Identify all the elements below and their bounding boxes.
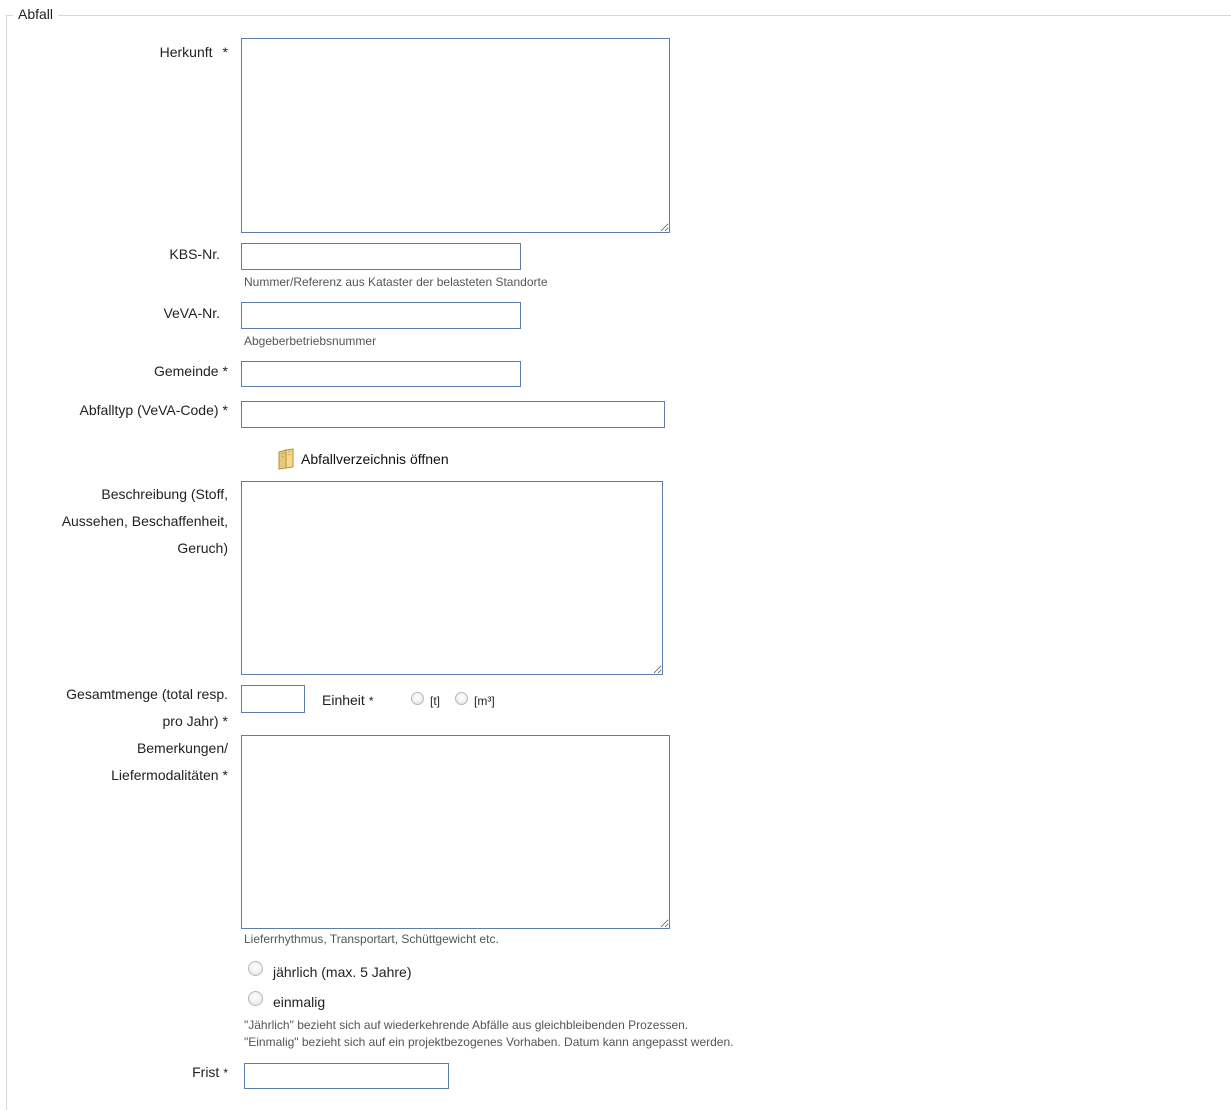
required-marker: *: [222, 44, 228, 60]
einheit-option-t: [t]: [430, 694, 441, 708]
abfalltyp-label: Abfalltyp (VeVA-Code) *: [79, 402, 228, 418]
turnus-option-jaehrlich: jährlich (max. 5 Jahre): [273, 964, 412, 980]
kbs-input[interactable]: [241, 243, 521, 270]
book-icon[interactable]: [276, 448, 296, 470]
abfalltyp-input[interactable]: [241, 401, 665, 428]
required-marker: *: [222, 767, 228, 783]
gemeinde-input[interactable]: [241, 361, 521, 387]
herkunft-label: Herkunft *: [159, 44, 228, 60]
bemerkungen-textarea[interactable]: [241, 735, 670, 929]
frist-label: Frist *: [192, 1064, 228, 1080]
turnus-hint-einmalig: "Einmalig" bezieht sich auf ein projektb…: [244, 1035, 734, 1049]
bemerkungen-label: Bemerkungen/ Liefermodalitäten *: [111, 740, 228, 783]
gemeinde-label: Gemeinde *: [153, 363, 228, 379]
required-marker: *: [222, 363, 228, 379]
beschreibung-textarea[interactable]: [241, 481, 663, 675]
einheit-option-m3: [m³]: [474, 694, 495, 708]
required-marker: *: [222, 402, 228, 418]
herkunft-textarea[interactable]: [241, 38, 670, 233]
einheit-radio-t[interactable]: [411, 692, 424, 705]
gesamtmenge-label: Gesamtmenge (total resp. pro Jahr) *: [66, 686, 228, 729]
bemerkungen-hint: Lieferrhythmus, Transportart, Schüttgewi…: [244, 932, 499, 946]
kbs-hint: Nummer/Referenz aus Kataster der belaste…: [244, 275, 548, 289]
einheit-label: Einheit *: [322, 692, 374, 708]
required-marker: *: [223, 1066, 228, 1080]
veva-label: VeVA-Nr.: [163, 305, 220, 321]
turnus-radio-jaehrlich[interactable]: [248, 961, 263, 976]
abfallverzeichnis-link[interactable]: Abfallverzeichnis öffnen: [301, 450, 449, 468]
turnus-hint-jaehrlich: "Jährlich" bezieht sich auf wiederkehren…: [244, 1018, 689, 1032]
turnus-option-einmalig: einmalig: [273, 994, 326, 1010]
turnus-radio-einmalig[interactable]: [248, 991, 263, 1006]
veva-input[interactable]: [241, 302, 521, 329]
einheit-radio-m3[interactable]: [455, 692, 468, 705]
required-marker: *: [368, 694, 374, 708]
fieldset-legend: Abfall: [13, 6, 59, 22]
required-marker: *: [222, 713, 228, 729]
beschreibung-label: Beschreibung (Stoff, Aussehen, Beschaffe…: [61, 486, 228, 556]
kbs-label: KBS-Nr.: [169, 246, 220, 262]
veva-hint: Abgeberbetriebsnummer: [244, 334, 377, 348]
gesamtmenge-input[interactable]: [241, 685, 305, 713]
frist-input[interactable]: [244, 1063, 449, 1089]
